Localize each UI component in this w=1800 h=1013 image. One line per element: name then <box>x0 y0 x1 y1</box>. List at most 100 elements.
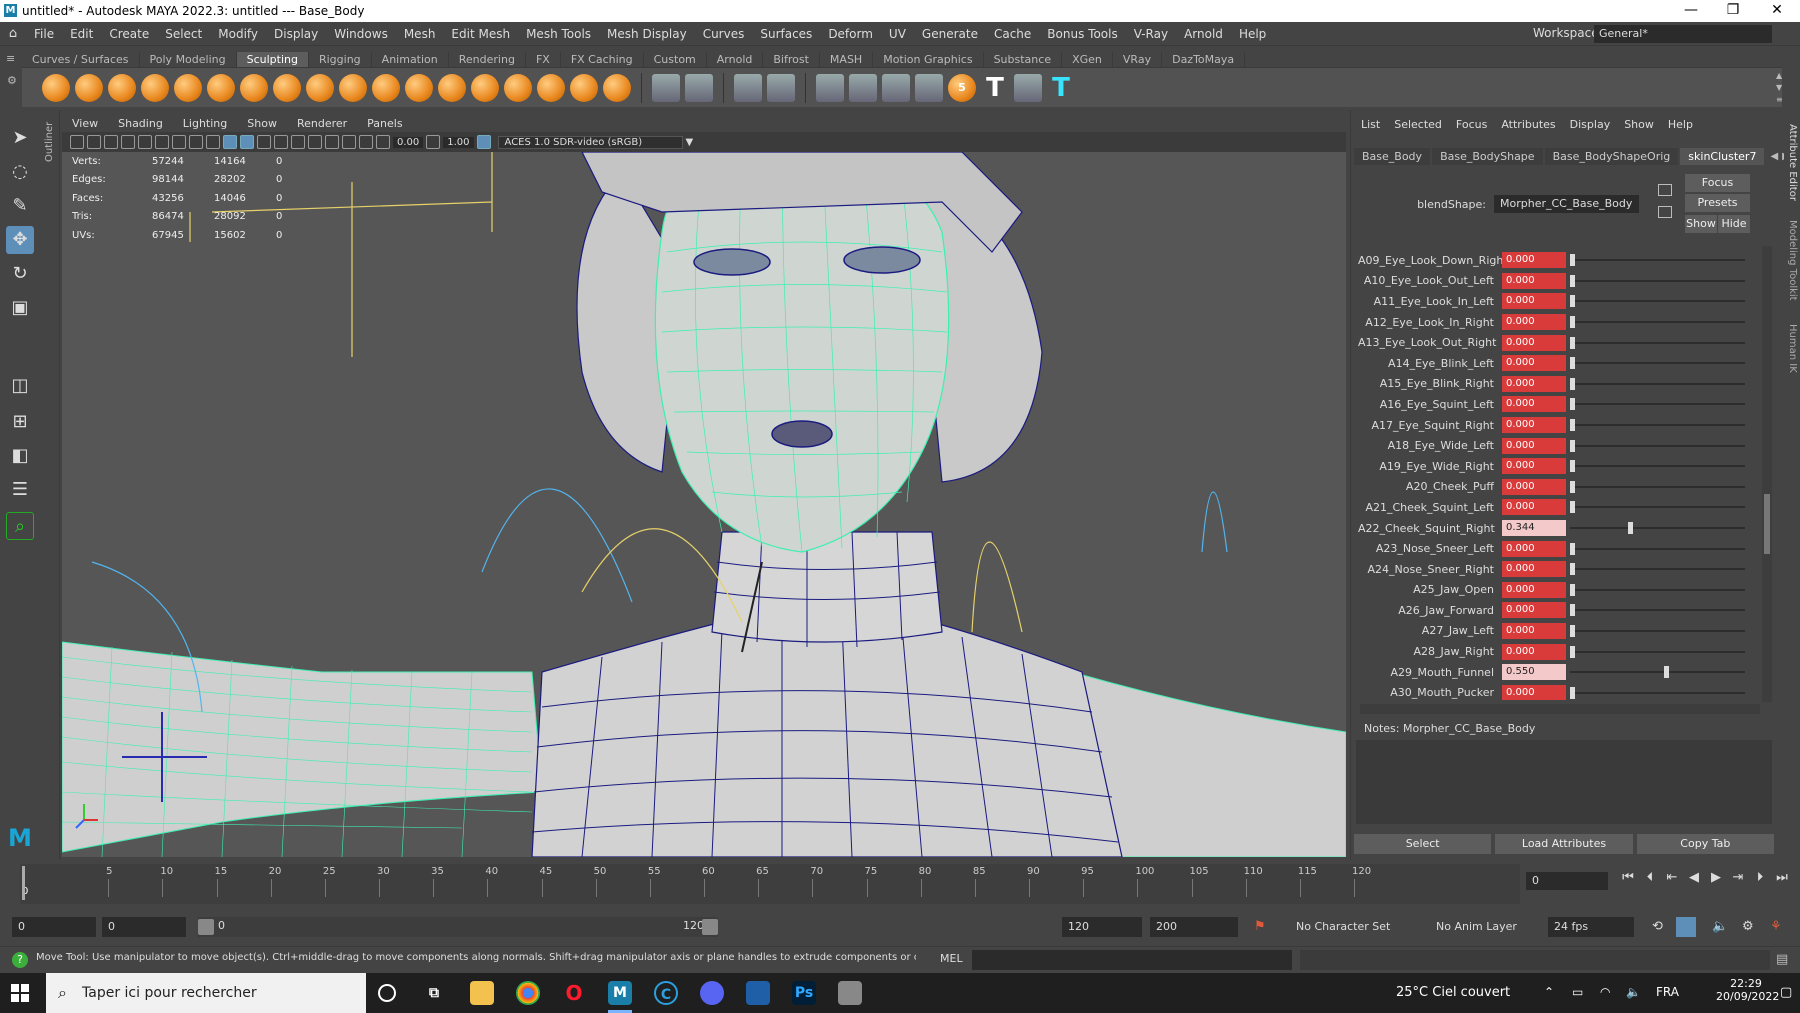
menu-curves[interactable]: Curves <box>695 27 753 41</box>
opera-icon[interactable]: O <box>562 981 586 1005</box>
go-to-end-icon[interactable]: ⏭ <box>1772 870 1792 885</box>
weight-slider[interactable] <box>1570 664 1745 680</box>
spray-tool-icon[interactable] <box>273 73 301 102</box>
film-gate-icon[interactable] <box>155 135 169 149</box>
shelf-tab-substance[interactable]: Substance <box>984 52 1063 67</box>
weight-slider[interactable] <box>1570 499 1745 515</box>
weight-slider[interactable] <box>1570 520 1745 536</box>
flatten-tool-icon[interactable] <box>207 73 235 102</box>
ae-menu-attributes[interactable]: Attributes <box>1494 118 1562 131</box>
sculpt-tool-icon[interactable] <box>42 73 70 102</box>
weight-value-field[interactable]: 0.000 <box>1502 643 1566 660</box>
script-5-icon[interactable]: 5 <box>948 73 976 102</box>
weight-slider-handle[interactable] <box>1570 542 1575 555</box>
current-frame-field[interactable]: 0 <box>1526 872 1608 890</box>
step-back-icon[interactable]: ⏴ <box>1640 870 1660 885</box>
home-icon[interactable]: ⌂ <box>0 26 26 41</box>
safe-action-icon[interactable] <box>189 135 203 149</box>
shelf-tab-mash[interactable]: MASH <box>820 52 874 67</box>
menu-windows[interactable]: Windows <box>326 27 396 41</box>
camera-attr-icon[interactable] <box>87 135 101 149</box>
weight-value-field[interactable]: 0.000 <box>1502 355 1566 372</box>
weight-value-field[interactable]: 0.000 <box>1502 417 1566 434</box>
shelf-tab-curves-surfaces[interactable]: Curves / Surfaces <box>22 52 140 67</box>
lasso-tool-icon[interactable]: ◌ <box>6 158 34 186</box>
target-icon[interactable] <box>849 73 877 102</box>
grid-toggle-icon[interactable] <box>138 135 152 149</box>
weight-value-field[interactable]: 0.000 <box>1502 499 1566 516</box>
ae-scrollbar[interactable] <box>1762 246 1772 702</box>
weight-slider[interactable] <box>1570 335 1745 351</box>
shelf-tab-animation[interactable]: Animation <box>372 52 449 67</box>
vp-menu-shading[interactable]: Shading <box>108 117 173 130</box>
vp-menu-panels[interactable]: Panels <box>357 117 412 130</box>
menu-deform[interactable]: Deform <box>820 27 881 41</box>
ae-menu-help[interactable]: Help <box>1661 118 1700 131</box>
scale-tool-icon[interactable]: ▣ <box>6 294 34 322</box>
weight-value-field[interactable]: 0.344 <box>1502 520 1566 537</box>
cache-playback-icon[interactable] <box>1676 917 1696 937</box>
weight-slider-handle[interactable] <box>1570 336 1575 349</box>
menu-uv[interactable]: UV <box>881 27 914 41</box>
menu-mesh-tools[interactable]: Mesh Tools <box>518 27 599 41</box>
sound-icon[interactable]: 🔈 <box>1712 919 1728 934</box>
shelf-tab-daztomaya[interactable]: DazToMaya <box>1162 52 1246 67</box>
weight-slider-handle[interactable] <box>1570 583 1575 596</box>
weight-slider-handle[interactable] <box>1570 686 1575 699</box>
wax-tool-icon[interactable] <box>372 73 400 102</box>
shelf-tab-sculpting[interactable]: Sculpting <box>236 52 309 67</box>
chrome-icon[interactable] <box>516 981 540 1005</box>
gamma-field[interactable]: 1.00 <box>443 136 474 148</box>
weight-value-field[interactable]: 0.000 <box>1502 458 1566 475</box>
weight-slider-handle[interactable] <box>1570 501 1575 514</box>
vp-menu-view[interactable]: View <box>62 117 108 130</box>
weight-value-field[interactable]: 0.000 <box>1502 396 1566 413</box>
isolate-icon[interactable] <box>325 135 339 149</box>
notes-textarea[interactable] <box>1356 740 1772 824</box>
weight-slider[interactable] <box>1570 685 1745 700</box>
tray-volume-icon[interactable]: 🔈 <box>1626 985 1641 999</box>
weight-slider[interactable] <box>1570 602 1745 618</box>
menu-mesh[interactable]: Mesh <box>396 27 444 41</box>
cortana-icon[interactable] <box>378 984 396 1002</box>
windows-start-icon[interactable] <box>10 983 30 1003</box>
hide-button[interactable]: Hide <box>1718 215 1750 233</box>
menu-select[interactable]: Select <box>157 27 210 41</box>
ae-menu-show[interactable]: Show <box>1617 118 1661 131</box>
weight-slider-handle[interactable] <box>1628 522 1634 535</box>
focus-node-icon[interactable] <box>1658 184 1672 196</box>
imprint-tool-icon[interactable] <box>339 73 367 102</box>
xray-icon[interactable] <box>308 135 322 149</box>
shelf-tab-motion-graphics[interactable]: Motion Graphics <box>873 52 984 67</box>
select-tool-icon[interactable]: ➤ <box>6 124 34 152</box>
weight-slider[interactable] <box>1570 561 1745 577</box>
script-editor-icon[interactable]: ▤ <box>1776 952 1788 967</box>
weight-slider[interactable] <box>1570 582 1745 598</box>
hik-icon[interactable]: ⚘ <box>1770 919 1782 934</box>
weight-slider-handle[interactable] <box>1570 563 1575 576</box>
shelf-tab-fx-caching[interactable]: FX Caching <box>561 52 644 67</box>
cinema-icon[interactable]: C <box>654 981 678 1005</box>
shadows-icon[interactable] <box>291 135 305 149</box>
weight-slider-handle[interactable] <box>1570 645 1575 658</box>
load-attributes-button[interactable]: Load Attributes <box>1495 834 1633 854</box>
rotate-tool-icon[interactable]: ↻ <box>6 260 34 288</box>
weight-slider[interactable] <box>1570 479 1745 495</box>
menu-modify[interactable]: Modify <box>210 27 266 41</box>
tray-wifi-icon[interactable]: ◠ <box>1600 985 1610 999</box>
wireframe-icon[interactable] <box>206 135 220 149</box>
menu-bonus-tools[interactable]: Bonus Tools <box>1039 27 1125 41</box>
figure-icon[interactable]: T <box>981 74 1009 102</box>
presets-button[interactable]: Presets <box>1685 194 1750 212</box>
menu-display[interactable]: Display <box>266 27 326 41</box>
bookmark-icon[interactable] <box>104 135 118 149</box>
weight-value-field[interactable]: 0.000 <box>1502 334 1566 351</box>
mask-icon[interactable] <box>652 73 680 102</box>
range-slider[interactable]: 0 120 <box>198 917 718 937</box>
grid-icon[interactable] <box>685 73 713 102</box>
task-view-icon[interactable]: ⧉ <box>422 981 446 1005</box>
outliner-strip[interactable]: Outliner <box>42 110 60 860</box>
weight-value-field[interactable]: 0.000 <box>1502 437 1566 454</box>
weight-value-field[interactable]: 0.000 <box>1502 540 1566 557</box>
shelf-tab-bifrost[interactable]: Bifrost <box>763 52 820 67</box>
